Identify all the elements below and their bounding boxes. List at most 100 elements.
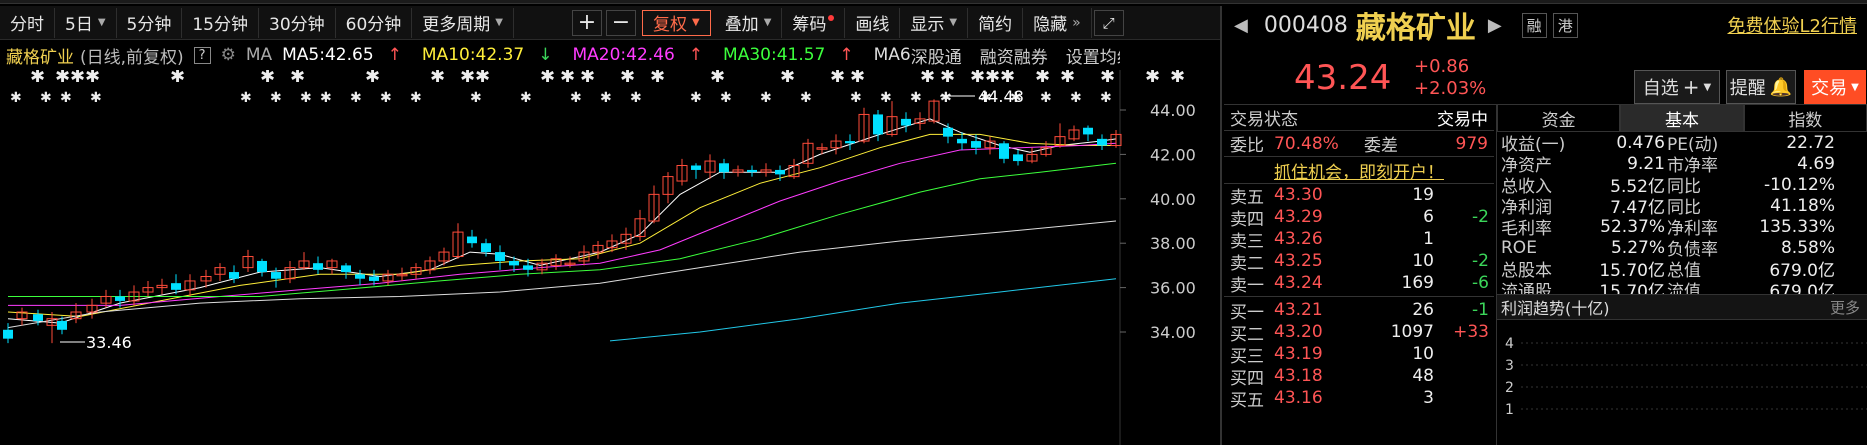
bid-level-row[interactable]: 买三 43.19 10 xyxy=(1224,343,1494,367)
candle-body-down xyxy=(691,165,701,170)
ma120-line xyxy=(609,278,1117,342)
simple-mode-button[interactable]: 简约 xyxy=(968,7,1024,38)
watchlist-label: 自选 xyxy=(1642,78,1679,99)
next-stock-icon[interactable]: ▶ xyxy=(1488,15,1502,36)
candle-body-down xyxy=(845,141,855,144)
kline-chart[interactable]: ✱ ✱ ✱ ✱ ✱ ✱ ✱ ✱ ✱ ✱ ✱ ✱ ✱ ✱ ✱ ✱ ✱ ✱ ✱ ✱ ✱ ✱ ✱ ✱ ✱ ✱ ✱ ✱ ✱ ✱✱ ✱ ✱ ✱ ✱ ✱ ✱ ✱ ✱ ✱… xyxy=(0,70,1222,445)
panel-divider[interactable] xyxy=(1220,6,1222,445)
candle-body-down xyxy=(747,169,757,173)
metric-value: 8.58% xyxy=(1780,237,1835,258)
quote-header: ◀ 000408 藏格矿业 ▶ 融 港 免费体验L2行情 xyxy=(1224,6,1867,46)
tab-capital[interactable]: 资金 xyxy=(1497,104,1621,132)
period-60min-button[interactable]: 60分钟 xyxy=(336,7,413,38)
profit-trend-title: 利润趋势(十亿) xyxy=(1501,299,1610,318)
event-marker-icon: ✱ xyxy=(30,70,45,87)
period-5day-button[interactable]: 5日 ▼ xyxy=(55,7,117,38)
candle-body-down xyxy=(957,138,967,144)
period-15min-button[interactable]: 15分钟 xyxy=(182,7,259,38)
event-marker-icon: ✱ xyxy=(350,90,362,106)
chips-label: 筹码 xyxy=(792,15,827,35)
ask-level-row[interactable]: 卖四 43.29 6 -2 xyxy=(1224,206,1494,230)
candle-body-down xyxy=(999,143,1009,159)
period-30min-button[interactable]: 30分钟 xyxy=(259,7,336,38)
period-intraday-button[interactable]: 分时 xyxy=(0,7,55,38)
hide-button[interactable]: 隐藏» xyxy=(1023,7,1092,38)
bid-level-delta: -1 xyxy=(1472,300,1489,320)
metric-label: ROE xyxy=(1501,237,1537,258)
price-axis: 44.00 42.00 40.00 38.00 36.00 34.00 xyxy=(1120,101,1196,342)
hk-connect-tag[interactable]: 港 xyxy=(1552,12,1578,38)
fundamentals-row: ROE 5.27% 负债率 8.58% xyxy=(1497,237,1867,261)
l2-trial-link[interactable]: 免费体验L2行情 xyxy=(1728,12,1857,38)
more-link[interactable]: 更多 xyxy=(1830,297,1860,318)
fundamentals-row: 总股本 15.70亿 总值 679.0亿 xyxy=(1497,258,1867,281)
bid-level-row[interactable]: 买二 43.20 1097 +33 xyxy=(1224,321,1494,345)
bid-level-price: 43.21 xyxy=(1274,300,1323,320)
ma-label: MA xyxy=(245,45,273,65)
event-marker-icon: ✱ xyxy=(260,70,275,87)
prev-stock-icon[interactable]: ◀ xyxy=(1234,15,1248,36)
candlesticks xyxy=(3,99,1122,344)
bid-level-row[interactable]: 买一 43.21 26 -1 xyxy=(1224,299,1494,323)
event-marker-icon: ✱ xyxy=(55,70,70,87)
trade-button[interactable]: 交易 ▼ xyxy=(1804,70,1866,104)
period-label: 15分钟 xyxy=(192,15,248,35)
promo-row[interactable]: 抓住机会，即刻开户！ xyxy=(1224,156,1494,184)
ask-level-delta: -2 xyxy=(1472,207,1489,227)
candle-body-down xyxy=(1083,127,1093,135)
fundamentals-row: 总收入 5.52亿 同比 -10.12% xyxy=(1497,174,1867,198)
ask-level-row[interactable]: 卖一 43.24 169 -6 xyxy=(1224,272,1494,296)
ma60-value: MA6 xyxy=(873,45,911,65)
bid-level-row[interactable]: 买四 43.18 48 xyxy=(1224,365,1494,389)
event-marker-icon: ✱ xyxy=(780,70,795,87)
event-marker-icon: ✱ xyxy=(1145,70,1160,87)
trade-status-value: 交易中 xyxy=(1437,109,1488,130)
fullscreen-icon[interactable]: ⤢ xyxy=(1093,9,1124,36)
event-marker-icon: ✱ xyxy=(240,90,252,106)
open-account-promo-link[interactable]: 抓住机会，即刻开户！ xyxy=(1274,158,1444,183)
event-marker-icon: ✱ xyxy=(650,70,665,87)
ask-level-row[interactable]: 卖三 43.26 1 xyxy=(1224,228,1494,252)
high-annotation-text: 44.48 xyxy=(978,87,1024,106)
margin-tag[interactable]: 融 xyxy=(1521,12,1547,38)
fuquan-button[interactable]: 复权 ▼ xyxy=(641,9,711,36)
gear-icon[interactable]: ⚙ xyxy=(221,45,236,65)
bid-level-row[interactable]: 买五 43.16 3 xyxy=(1224,387,1494,411)
event-marker-icon: ✱ xyxy=(620,70,635,87)
metric-value: 0.476 xyxy=(1616,132,1665,153)
more-periods-button[interactable]: 更多周期 ▼ xyxy=(412,7,514,38)
axis-tick-label: 40.00 xyxy=(1150,190,1196,209)
event-marker-icon: ✱ xyxy=(290,70,305,87)
candle-body-down xyxy=(229,272,239,279)
draw-line-button[interactable]: 画线 xyxy=(845,7,901,38)
ask-level-volume: 10 xyxy=(1412,251,1434,271)
chips-button[interactable]: 筹码 xyxy=(782,7,846,38)
event-marker-icon: ✱ xyxy=(570,90,582,106)
tab-index[interactable]: 指数 xyxy=(1743,104,1867,132)
ask-level-price: 43.25 xyxy=(1274,251,1323,271)
profit-trend-chart: 4 3 2 1 xyxy=(1505,336,1867,418)
ask-level-volume: 169 xyxy=(1401,273,1434,293)
margin-trading-link[interactable]: 融资融券 xyxy=(980,43,1048,68)
simple-mode-label: 简约 xyxy=(978,15,1013,35)
ask-level-row[interactable]: 卖二 43.25 10 -2 xyxy=(1224,250,1494,274)
zoom-out-button[interactable]: − xyxy=(605,9,636,36)
top-menu-strip xyxy=(0,0,1867,4)
event-marker-icon: ✱ xyxy=(850,90,862,106)
event-marker-icon: ✱ xyxy=(60,90,72,106)
ask-level-row[interactable]: 卖五 43.30 19 xyxy=(1224,184,1494,208)
set-ma-link[interactable]: 设置均线▼ xyxy=(1066,43,1120,68)
period-5min-button[interactable]: 5分钟 xyxy=(117,7,183,38)
display-button[interactable]: 显示 ▼ xyxy=(900,7,969,38)
ask-level-price: 43.26 xyxy=(1274,229,1323,249)
overlay-button[interactable]: 叠加 ▼ xyxy=(715,7,783,38)
help-icon[interactable]: ? xyxy=(193,46,211,64)
shengutong-link[interactable]: 深股通 xyxy=(911,43,962,68)
chart-toolbar: 分时 5日 ▼ 5分钟 15分钟 30分钟 60分钟 更多周期 ▼ + − 复权 ▼ … xyxy=(0,6,1222,40)
alert-button[interactable]: 提醒 🔔 xyxy=(1726,70,1796,104)
zoom-in-button[interactable]: + xyxy=(571,9,602,36)
candle-body-down xyxy=(971,141,981,148)
metric-value: 52.37% xyxy=(1600,216,1665,237)
tab-basic[interactable]: 基本 xyxy=(1620,104,1744,132)
watchlist-button[interactable]: 自选 + ▼ xyxy=(1634,70,1720,104)
